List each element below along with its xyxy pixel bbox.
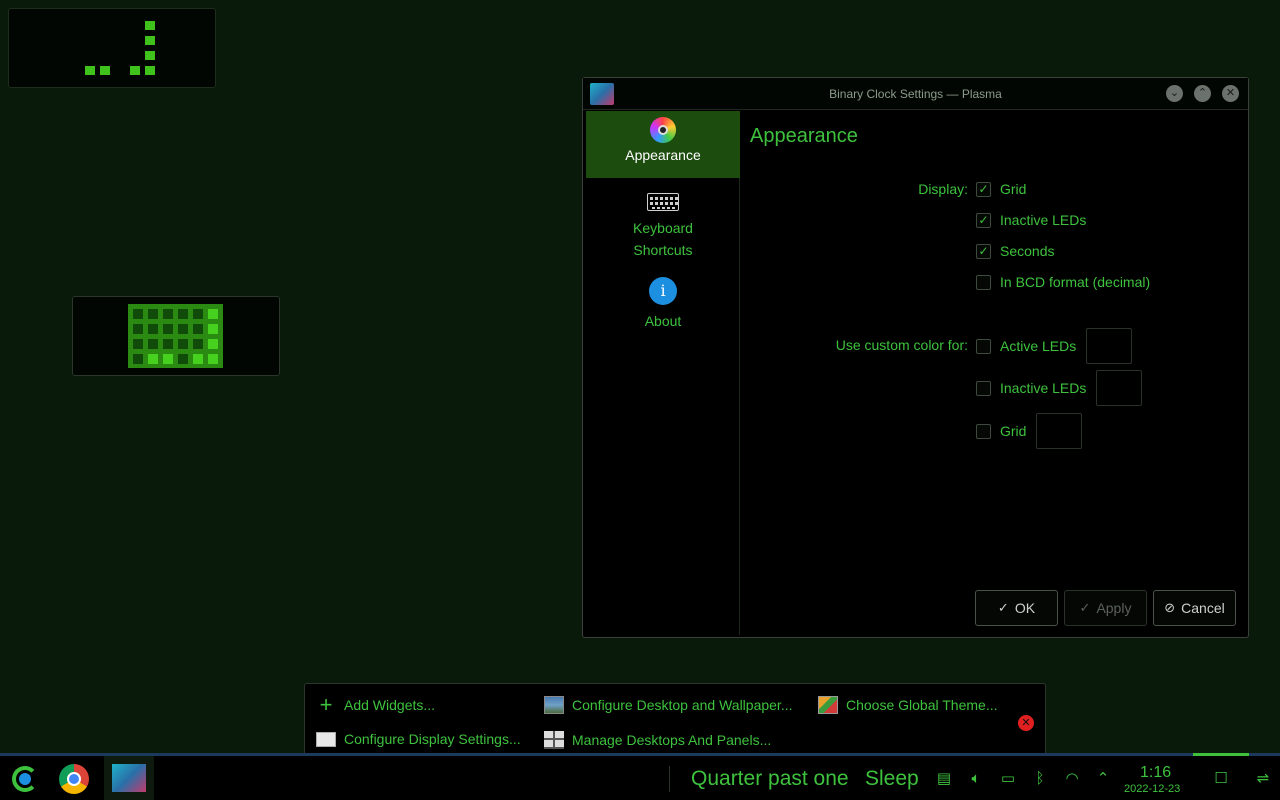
window-title: Binary Clock Settings — Plasma (829, 87, 1002, 101)
checkbox[interactable] (976, 274, 991, 290)
close-button[interactable]: ✕ (1222, 85, 1239, 102)
active-led (85, 66, 95, 75)
binary-clock-grid (128, 304, 223, 368)
global-theme-button[interactable]: Choose Global Theme... (818, 696, 998, 714)
ok-button[interactable]: ✓ OK (975, 590, 1058, 626)
checkbox[interactable]: ✓ (976, 212, 991, 228)
clipboard-icon[interactable]: ▤ (935, 770, 953, 788)
clock-date[interactable]: 2022-12-23 (1124, 783, 1180, 795)
display-label: Display: (918, 181, 968, 197)
bluetooth-icon[interactable]: ᛒ (1031, 770, 1049, 788)
active-led (145, 36, 155, 45)
application-launcher-icon[interactable] (12, 766, 38, 792)
color-swatch-button[interactable] (1036, 413, 1083, 449)
checkbox-custom-grid[interactable]: Grid (976, 413, 1083, 449)
sidebar-item-appearance[interactable]: Appearance (586, 111, 740, 178)
wifi-icon[interactable]: ◠ (1063, 770, 1081, 788)
configure-desktop-button[interactable]: Configure Desktop and Wallpaper... (544, 696, 793, 714)
keyboard-icon (647, 193, 679, 211)
task-plasma-settings[interactable] (104, 756, 154, 800)
active-led (100, 66, 110, 75)
info-icon: i (649, 277, 677, 305)
checkbox[interactable] (976, 423, 991, 439)
active-led (145, 66, 155, 75)
chevron-up-icon[interactable]: ⌃ (1094, 770, 1112, 788)
checkbox[interactable] (976, 380, 991, 396)
clock-time[interactable]: 1:16 (1140, 764, 1171, 782)
sidebar-item-label: Keyboard Shortcuts (633, 220, 693, 258)
sidebar: Appearance Keyboard Shortcuts i About (586, 111, 740, 635)
plus-icon: + (319, 692, 333, 717)
page-title: Appearance (750, 125, 858, 147)
color-swatch-button[interactable] (1096, 370, 1143, 406)
separator (669, 766, 670, 792)
active-led (145, 21, 155, 30)
wallpaper-icon (544, 696, 564, 714)
checkbox-custom-active-leds[interactable]: Active LEDs (976, 328, 1133, 364)
volume-icon[interactable]: 🔈︎ (967, 770, 985, 788)
sidebar-item-label: About (644, 313, 682, 329)
title-bar[interactable]: Binary Clock Settings — Plasma ⌄ ⌃ ✕ (583, 78, 1248, 110)
checkbox-bcd-format[interactable]: In BCD format (decimal) (976, 273, 1150, 291)
check-icon: ✓ (997, 600, 1009, 615)
display-settings-button[interactable]: Configure Display Settings... (316, 731, 521, 747)
custom-color-label: Use custom color for: (835, 337, 968, 353)
checkbox-custom-inactive-leds[interactable]: Inactive LEDs (976, 370, 1143, 406)
desktop-toolbox: + Add Widgets... Configure Desktop and W… (304, 683, 1046, 755)
check-icon: ✓ (1079, 600, 1091, 615)
chrome-icon[interactable] (59, 764, 89, 794)
active-led (130, 66, 140, 75)
close-toolbox-icon[interactable]: ✕ (1018, 715, 1034, 731)
taskbar: Quarter past one Sleep ▤ 🔈︎ ▭ ᛒ ◠ ⌃ 1:16… (0, 753, 1280, 800)
show-desktop-icon[interactable]: ☐ (1212, 770, 1230, 788)
sidebar-item-label: Appearance (625, 147, 701, 163)
clock-active-indicator (1193, 753, 1249, 756)
maximize-button[interactable]: ⌃ (1194, 85, 1211, 102)
color-swatch-button[interactable] (1086, 328, 1133, 364)
fuzzy-clock[interactable]: Quarter past one (691, 767, 849, 791)
manage-desktops-button[interactable]: Manage Desktops And Panels... (544, 731, 771, 749)
active-led (145, 51, 155, 60)
binary-clock-widget-top[interactable] (8, 8, 216, 88)
checkbox[interactable] (976, 338, 991, 354)
monitor-icon (316, 731, 336, 747)
theme-icon (818, 696, 838, 714)
checkbox[interactable]: ✓ (976, 243, 991, 259)
cancel-button[interactable]: ⊘ Cancel (1153, 590, 1236, 626)
sidebar-item-about[interactable]: i About (586, 277, 740, 337)
settings-dialog: Binary Clock Settings — Plasma ⌄ ⌃ ✕ App… (582, 77, 1249, 638)
color-wheel-icon (650, 117, 676, 143)
checkbox-seconds[interactable]: ✓ Seconds (976, 242, 1054, 260)
checkbox-grid[interactable]: ✓ Grid (976, 180, 1026, 198)
sidebar-item-keyboard-shortcuts[interactable]: Keyboard Shortcuts (586, 183, 740, 265)
battery-icon[interactable]: ▭ (999, 770, 1017, 788)
checkbox-inactive-leds[interactable]: ✓ Inactive LEDs (976, 211, 1086, 229)
cancel-icon: ⊘ (1164, 600, 1176, 615)
apply-button[interactable]: ✓ Apply (1064, 590, 1147, 626)
panel-settings-icon[interactable]: ⇌ (1254, 770, 1272, 788)
minimize-button[interactable]: ⌄ (1166, 85, 1183, 102)
add-widgets-button[interactable]: + Add Widgets... (316, 692, 435, 717)
sleep-button[interactable]: Sleep (865, 767, 919, 791)
plasma-app-icon (112, 764, 146, 792)
checkbox[interactable]: ✓ (976, 181, 991, 197)
desktops-icon (544, 731, 564, 749)
